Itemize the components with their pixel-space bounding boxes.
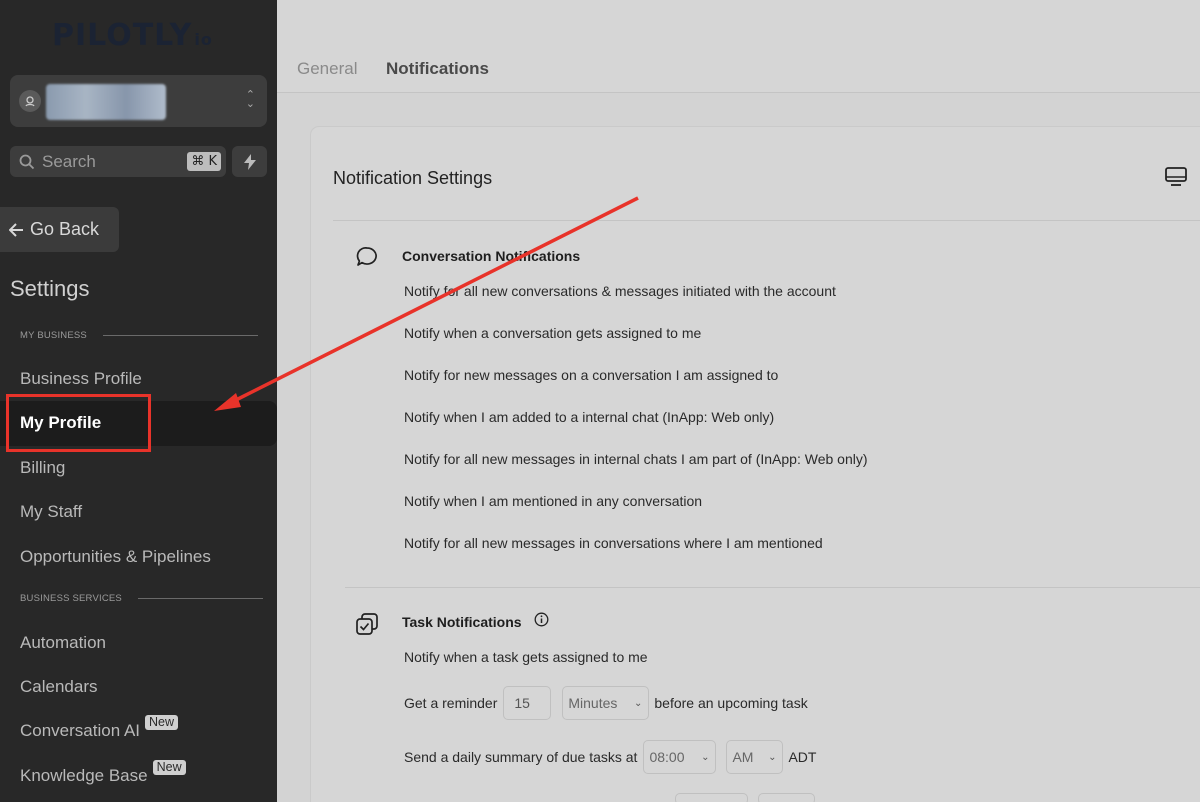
notify-option[interactable]: Notify when I am mentioned in any conver… — [404, 493, 702, 509]
section-label-business-services: BUSINESS SERVICES — [20, 593, 263, 604]
sidebar-item-calendars[interactable]: Calendars — [20, 677, 98, 697]
summary-time-select[interactable]: 08:00 ⌄ — [643, 740, 717, 774]
account-switcher[interactable]: ⌃ ⌄ — [10, 75, 267, 127]
summary-ampm-select[interactable]: AM ⌄ — [726, 740, 784, 774]
tab-general[interactable]: General — [297, 59, 357, 79]
notify-option[interactable]: Notify for all new messages in conversat… — [404, 535, 823, 551]
daily-summary-row: Send a daily summary of due tasks at 08:… — [404, 740, 816, 774]
section-label-text: MY BUSINESS — [20, 330, 87, 341]
desktop-icon[interactable] — [1164, 166, 1188, 193]
notify-option[interactable]: Notify for all new messages in internal … — [404, 451, 868, 467]
sidebar-item-opportunities[interactable]: Opportunities & Pipelines — [20, 547, 211, 567]
account-name-redacted — [46, 84, 166, 120]
info-icon[interactable] — [534, 612, 549, 632]
summary-timezone: ADT — [788, 749, 817, 765]
notify-option[interactable]: Notify for new messages on a conversatio… — [404, 367, 778, 383]
summary-time-value: 08:00 — [649, 749, 685, 765]
reminder-prefix: Get a reminder — [404, 695, 498, 711]
task-check-icon — [355, 612, 379, 641]
reminder-suffix: before an upcoming task — [654, 695, 808, 711]
divider — [102, 335, 258, 336]
chevron-down-icon: ⌄ — [701, 751, 710, 763]
reminder-row: Get a reminder 15 Minutes ⌄ before an upc… — [404, 686, 808, 720]
sidebar-item-label: Knowledge Base — [20, 766, 148, 785]
search-shortcut: ⌘ K — [187, 152, 221, 171]
partial-select[interactable] — [675, 793, 748, 802]
logo-suffix: io — [194, 30, 213, 49]
divider — [333, 220, 1200, 221]
lightning-icon — [243, 153, 256, 170]
reminder-unit-value: Minutes — [568, 695, 618, 711]
new-badge: New — [152, 760, 186, 775]
search-bar[interactable]: Search ⌘ K — [10, 146, 226, 177]
chat-bubble-icon — [355, 246, 379, 273]
task-notifications-title: Task Notifications — [402, 614, 522, 630]
notify-option[interactable]: Notify for all new conversations & messa… — [404, 283, 836, 299]
new-badge: New — [145, 715, 179, 730]
notify-option[interactable]: Notify when a task gets assigned to me — [404, 649, 648, 665]
go-back-label: Go Back — [30, 219, 100, 239]
settings-tabbar — [277, 0, 1200, 93]
logo-text: PILOTLY — [52, 18, 193, 53]
chevron-updown-icon: ⌃ ⌄ — [245, 89, 255, 110]
sidebar-item-my-staff[interactable]: My Staff — [20, 502, 82, 522]
tab-notifications[interactable]: Notifications — [386, 59, 489, 79]
summary-ampm-value: AM — [732, 749, 754, 765]
reminder-value-input[interactable]: 15 — [503, 686, 552, 720]
search-icon — [19, 154, 35, 169]
sidebar-item-business-profile[interactable]: Business Profile — [20, 369, 142, 389]
settings-heading: Settings — [10, 276, 90, 301]
quick-action-button[interactable] — [232, 146, 267, 177]
sidebar-item-conversation-ai[interactable]: Conversation AI New — [20, 715, 179, 741]
partial-select[interactable] — [758, 793, 815, 802]
conversation-notifications-title: Conversation Notifications — [402, 248, 581, 264]
section-label-text: BUSINESS SERVICES — [20, 593, 122, 604]
divider — [137, 598, 263, 599]
reminder-unit-select[interactable]: Minutes ⌄ — [562, 686, 650, 720]
summary-prefix: Send a daily summary of due tasks at — [404, 749, 638, 765]
section-label-my-business: MY BUSINESS — [20, 330, 258, 341]
chevron-down-icon: ⌄ — [633, 697, 643, 709]
sidebar-item-label: Conversation AI — [20, 721, 141, 740]
sidebar: PILOTLY io ⌃ ⌄ Search ⌘ K Go Back Settings… — [0, 0, 277, 802]
chevron-down-icon: ⌄ — [768, 751, 777, 763]
search-placeholder: Search — [42, 151, 96, 171]
card-title: Notification Settings — [333, 168, 493, 188]
notify-option[interactable]: Notify when I am added to a internal cha… — [404, 409, 774, 425]
location-icon — [19, 90, 41, 112]
sidebar-item-billing[interactable]: Billing — [20, 458, 65, 478]
sidebar-item-knowledge-base[interactable]: Knowledge Base New — [20, 760, 186, 786]
divider — [345, 587, 1200, 588]
annotation-highlight-box — [6, 394, 151, 452]
notify-option[interactable]: Notify when a conversation gets assigned… — [404, 325, 701, 341]
sidebar-item-automation[interactable]: Automation — [20, 633, 106, 653]
go-back-button[interactable]: Go Back — [0, 207, 119, 252]
logo: PILOTLY io — [52, 18, 213, 53]
arrow-left-icon — [9, 222, 23, 237]
